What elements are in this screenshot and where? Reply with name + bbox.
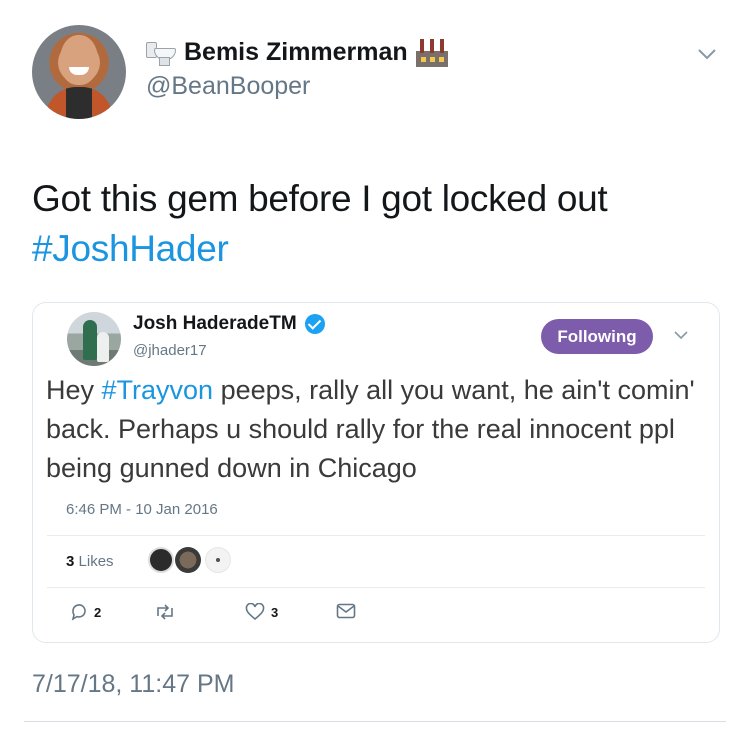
embedded-tweet-image[interactable]: Josh HaderadeTM @jhader17 Following Hey … <box>32 302 720 643</box>
author-display-name[interactable]: Bemis Zimmerman <box>184 38 408 67</box>
tweet-timestamp[interactable]: 7/17/18, 11:47 PM <box>32 670 234 699</box>
reply-icon <box>71 604 86 621</box>
retweet-icon <box>157 604 173 620</box>
chevron-down-icon[interactable] <box>697 44 717 64</box>
author-name-row: Bemis Zimmerman <box>146 38 448 67</box>
verified-badge-icon <box>304 314 325 334</box>
reply-count: 2 <box>94 604 102 620</box>
message-action <box>336 603 356 619</box>
embedded-author-avatar <box>67 312 121 366</box>
retweet-action <box>154 603 176 621</box>
divider <box>47 587 705 588</box>
embedded-handle: @jhader17 <box>133 342 207 359</box>
embedded-time: 6:46 PM - 10 Jan 2016 <box>66 501 218 518</box>
author-avatar[interactable] <box>32 25 126 119</box>
embedded-name-row: Josh HaderadeTM <box>133 313 325 335</box>
likes-count: 3 <box>66 553 75 570</box>
tweet-hashtag-link[interactable]: #JoshHader <box>32 224 607 274</box>
liker-avatar <box>148 547 174 573</box>
embedded-text-before: Hey <box>46 375 102 405</box>
author-handle[interactable]: @BeanBooper <box>146 72 310 101</box>
tweet-body: Got this gem before I got locked out #Jo… <box>32 174 608 274</box>
embedded-tweet-text: Hey #Trayvon peeps, rally all you want, … <box>46 371 714 488</box>
following-button: Following <box>541 319 653 354</box>
liker-avatar <box>175 547 201 573</box>
like-action: 3 <box>245 603 278 621</box>
embedded-chevron-down-icon <box>674 331 688 340</box>
embedded-display-name: Josh HaderadeTM <box>133 313 297 334</box>
likes-label: Likes <box>78 553 114 570</box>
divider <box>24 721 726 722</box>
divider <box>47 535 705 536</box>
toilet-emoji-icon <box>146 41 176 66</box>
heart-icon <box>245 603 265 621</box>
liker-avatar <box>205 547 231 573</box>
tweet-text: Got this gem before I got locked out <box>32 178 608 219</box>
avatar-shirt <box>46 87 112 119</box>
factory-emoji-icon <box>415 38 448 67</box>
likes-summary: 3 Likes <box>66 553 114 570</box>
avatar-face <box>60 35 98 85</box>
envelope-icon <box>336 603 356 619</box>
reply-action: 2 <box>70 603 101 621</box>
like-count: 3 <box>271 604 279 620</box>
embedded-hashtag: #Trayvon <box>101 375 214 405</box>
